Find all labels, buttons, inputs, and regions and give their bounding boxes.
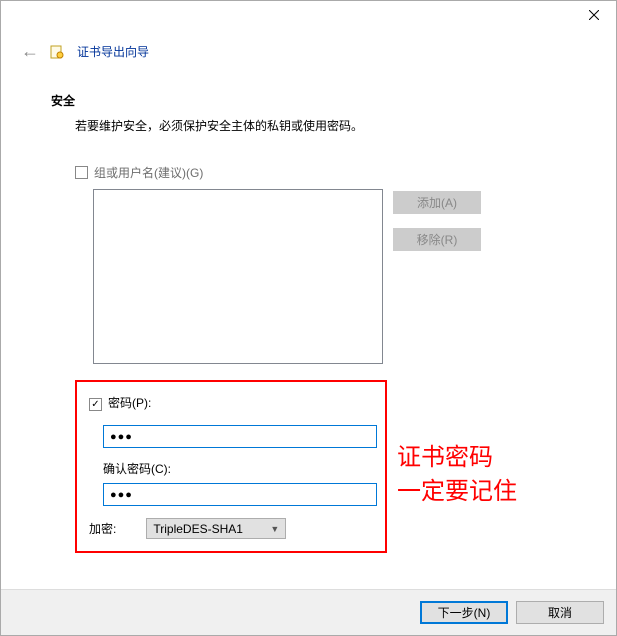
password-label: 密码(P): bbox=[108, 394, 151, 411]
chevron-down-icon: ▼ bbox=[270, 524, 279, 534]
encryption-label: 加密: bbox=[89, 520, 116, 537]
group-users-listbox bbox=[93, 189, 383, 364]
back-button[interactable]: ← bbox=[21, 41, 37, 62]
close-button[interactable] bbox=[571, 1, 616, 29]
password-checkbox[interactable] bbox=[89, 398, 102, 411]
password-input[interactable]: ●●● bbox=[103, 425, 377, 448]
wizard-title: 证书导出向导 bbox=[77, 43, 149, 60]
confirm-password-input[interactable]: ●●● bbox=[103, 483, 377, 506]
group-users-label: 组或用户名(建议)(G) bbox=[94, 164, 203, 181]
security-heading: 安全 bbox=[51, 92, 566, 109]
cancel-button[interactable]: 取消 bbox=[516, 601, 604, 624]
next-button[interactable]: 下一步(N) bbox=[420, 601, 508, 624]
group-users-checkbox[interactable] bbox=[75, 166, 88, 179]
security-description: 若要维护安全，必须保护安全主体的私钥或使用密码。 bbox=[51, 117, 566, 134]
confirm-password-label: 确认密码(C): bbox=[103, 460, 373, 477]
remove-button: 移除(R) bbox=[393, 228, 481, 251]
annotation-text: 证书密码 一定要记住 bbox=[397, 441, 517, 508]
password-section-highlight: 密码(P): ●●● 确认密码(C): ●●● 加密: TripleDES-SH… bbox=[75, 380, 387, 553]
certificate-icon bbox=[49, 44, 65, 60]
encryption-select[interactable]: TripleDES-SHA1 ▼ bbox=[146, 518, 286, 539]
add-button: 添加(A) bbox=[393, 191, 481, 214]
